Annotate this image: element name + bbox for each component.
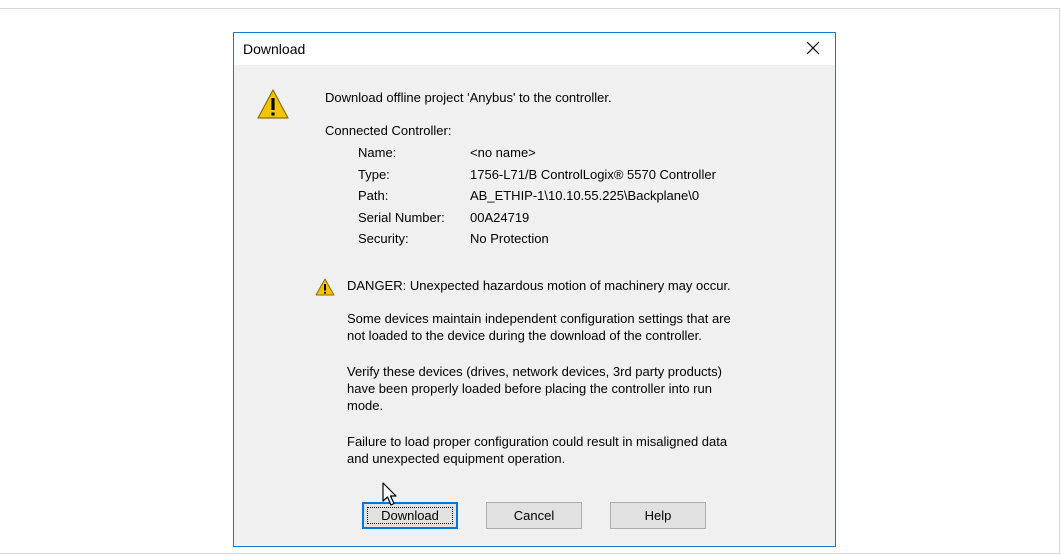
info-label: Name: [358,145,397,160]
info-value: <no name> [470,145,536,160]
controller-info: Name: <no name> Type: 1756-L71/B Control… [358,143,716,249]
paragraph-config: Some devices maintain independent config… [347,310,807,344]
help-button-label: Help [644,508,672,523]
danger-warning-icon [315,278,335,296]
close-icon [806,41,820,55]
titlebar: Download [234,33,835,65]
info-label: Security: [358,231,409,246]
info-label: Path: [358,188,389,203]
focus-ring [367,507,453,524]
info-label: Type: [358,166,390,182]
connected-controller-label: Connected Controller: [325,123,452,138]
help-button[interactable]: Help [610,502,706,529]
paragraph-line: and unexpected equipment operation. [347,451,566,466]
paragraph-line: Failure to load proper configuration cou… [347,434,728,449]
paragraph-verify: Verify these devices (drives, network de… [347,363,807,414]
paragraph-line: Verify these devices (drives, network de… [347,364,722,379]
info-value: No Protection [470,231,549,246]
main-message: Download offline project 'Anybus' to the… [325,90,612,105]
paragraph-line: Some devices maintain independent config… [347,311,731,326]
info-value: 00A24719 [470,209,530,225]
close-button[interactable] [793,33,833,63]
paragraph-line: have been properly loaded before placing… [347,381,712,396]
download-button[interactable]: Download [362,502,458,529]
info-value: 1756-L71/B ControlLogix® 5570 Controller [470,166,716,182]
info-value: AB_ETHIP-1\10.10.55.225\Backplane\0 [470,188,700,203]
paragraph-failure: Failure to load proper configuration cou… [347,433,807,467]
danger-message: DANGER: Unexpected hazardous motion of m… [347,278,731,293]
mouse-pointer-icon [382,482,397,506]
download-dialog: Download Download offline project 'Anybu… [233,32,836,547]
cancel-button[interactable]: Cancel [486,502,582,529]
paragraph-line: not loaded to the device during the down… [347,328,702,343]
warning-icon [257,89,289,119]
paragraph-line: mode. [347,398,384,413]
dialog-title: Download [243,41,306,57]
cancel-button-label: Cancel [513,508,555,523]
info-label: Serial Number: [358,209,445,225]
